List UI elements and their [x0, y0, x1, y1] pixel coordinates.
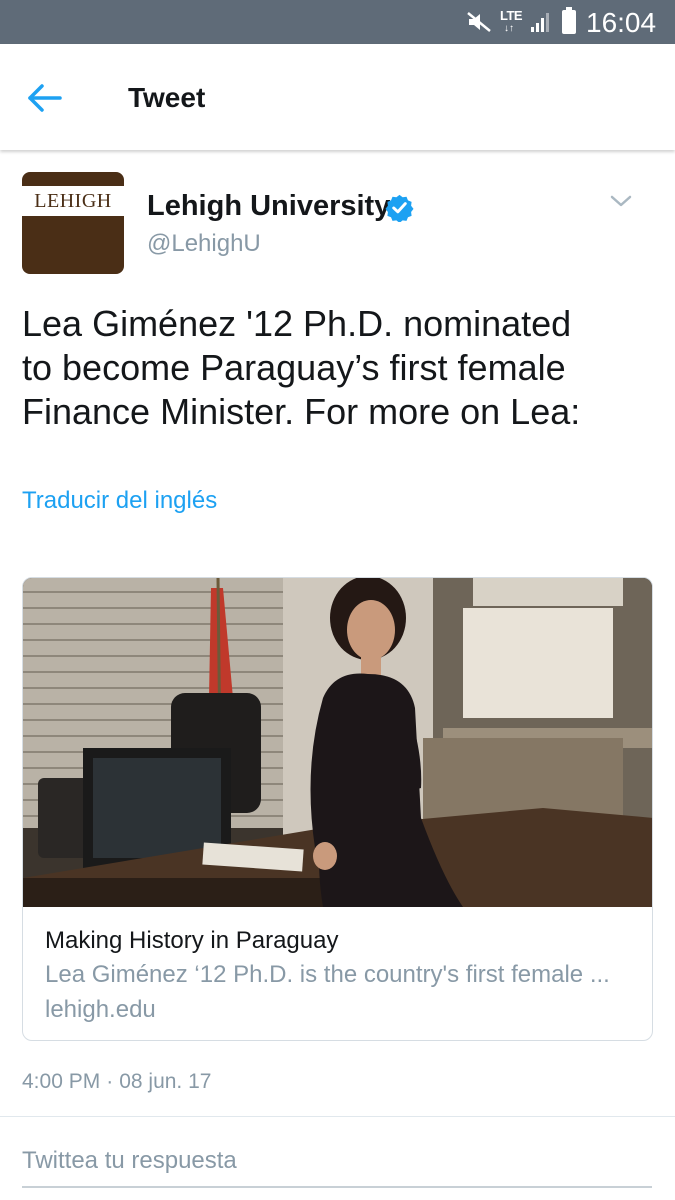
reply-input[interactable] — [22, 1136, 652, 1188]
card-photo — [23, 578, 652, 907]
page-title: Tweet — [128, 82, 206, 113]
back-arrow-icon[interactable] — [24, 78, 68, 118]
card-domain: lehigh.edu — [45, 996, 156, 1023]
mute-icon — [467, 12, 491, 32]
card-description: Lea Giménez ‘12 Ph.D. is the country's f… — [45, 961, 610, 988]
network-activity-icon: ↓↑ — [504, 23, 514, 34]
tweet-date: 08 jun. 17 — [119, 1070, 212, 1093]
app-header: Tweet — [0, 44, 675, 150]
tweet-text: Lea Giménez '12 Ph.D. nominated to becom… — [22, 302, 622, 434]
timestamp-separator: · — [106, 1070, 114, 1093]
verified-badge-icon — [385, 194, 414, 222]
tweet-text-line: Finance Minister. For more on Lea: — [22, 391, 581, 432]
network-type-label: LTE — [500, 8, 523, 23]
tweet-time: 4:00 PM — [22, 1070, 101, 1093]
translate-link[interactable]: Traducir del inglés — [22, 487, 217, 515]
card-title: Making History in Paraguay — [45, 927, 339, 954]
tweet-timestamp: 4:00 PM · 08 jun. 17 — [22, 1070, 211, 1094]
signal-icon — [531, 13, 549, 32]
link-preview-card[interactable]: Making History in Paraguay Lea Giménez ‘… — [22, 577, 653, 1041]
status-bar: LTE ↓↑ 16:04 — [0, 0, 675, 44]
author-handle[interactable]: @LehighU — [147, 230, 261, 258]
author-display-name[interactable]: Lehigh University — [147, 190, 390, 223]
battery-icon — [562, 7, 576, 34]
avatar[interactable]: LEHIGH — [22, 172, 124, 274]
avatar-logo-text: LEHIGH — [34, 190, 112, 212]
status-time: 16:04 — [586, 7, 657, 38]
tweet-text-line: to become Paraguay’s first female — [22, 347, 566, 388]
tweet-text-line: Lea Giménez '12 Ph.D. nominated — [22, 303, 572, 344]
chevron-down-icon[interactable] — [606, 188, 636, 214]
divider — [0, 1116, 675, 1117]
